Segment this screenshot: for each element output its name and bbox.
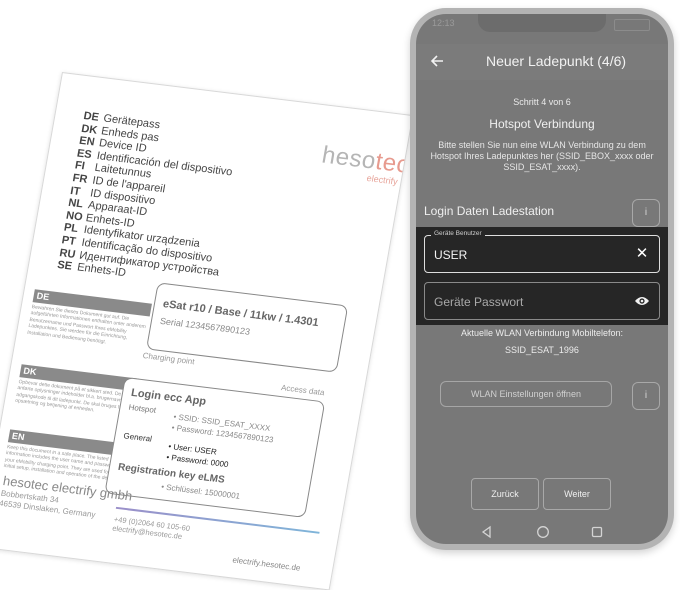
camera-notch [478, 14, 606, 32]
square-icon[interactable] [591, 526, 603, 538]
battery-icon [614, 19, 650, 31]
general-label: General [122, 431, 153, 444]
access-data-box: Login ecc App Hotspot • SSID: SSID_ESAT_… [104, 376, 326, 518]
company-website: electrify.hesotec.de [231, 555, 302, 573]
general-password-text: • Password: 0000 [165, 452, 230, 470]
user-field[interactable]: Geräte Benutzer USER ✕ [424, 230, 660, 273]
access-data-label: Access data [280, 383, 326, 398]
page-title: Neuer Ladepunkt (4/6) [485, 53, 627, 69]
credentials-panel: Geräte Benutzer USER ✕ Geräte Passwort [416, 227, 668, 325]
password-field[interactable]: Geräte Passwort [424, 282, 660, 320]
device-id-document: hesotec electrify DE Gerätepass DK Enheds … [0, 72, 414, 590]
hotspot-label: Hotspot [127, 402, 157, 415]
status-bar: 12:13 [416, 14, 668, 36]
close-icon[interactable]: ✕ [633, 245, 651, 263]
login-info-button[interactable]: i [632, 199, 660, 227]
step-indicator: Schritt 4 von 6 [513, 97, 571, 107]
app-header: Neuer Ladepunkt (4/6) [416, 44, 668, 80]
open-wlan-settings-button[interactable]: WLAN Einstellungen öffnen [440, 381, 612, 407]
system-nav-bar [416, 522, 668, 544]
phone-screen: 12:13 Neuer Ladepunkt (4/6) Schritt 4 vo… [416, 14, 668, 544]
hesotec-logo: hesotec [319, 141, 412, 179]
section-de: DE Bewahren Sie dieses Dokument gut auf.… [24, 289, 152, 364]
smartphone: 12:13 Neuer Ladepunkt (4/6) Schritt 4 vo… [410, 8, 674, 550]
eye-icon[interactable] [634, 295, 650, 307]
user-field-value: USER [434, 248, 468, 262]
login-section-title: Login Daten Ladestation [424, 204, 555, 218]
password-placeholder: Geräte Passwort [434, 295, 524, 309]
circle-icon[interactable] [536, 525, 550, 539]
weiter-button[interactable]: Weiter [543, 478, 611, 510]
hotspot-heading: Hotspot Verbindung [489, 117, 595, 131]
language-code: SE [56, 259, 73, 273]
status-time: 12:13 [432, 18, 455, 28]
current-wlan-ssid: SSID_ESAT_1996 [505, 345, 579, 355]
current-wlan-label: Aktuelle WLAN Verbindung Mobiltelefon: [460, 328, 624, 338]
registration-key-text: • Schlüssel: 15000001 [160, 482, 241, 501]
zurueck-button[interactable]: Zurück [471, 478, 539, 510]
wlan-info-button[interactable]: i [632, 382, 660, 410]
instruction-text: Bitte stellen Sie nun eine WLAN Verbindu… [430, 140, 654, 172]
user-field-label: Geräte Benutzer [431, 230, 485, 237]
triangle-left-icon[interactable] [480, 525, 494, 539]
language-list: DE Gerätepass DK Enheds pas EN Device ID ES… [56, 110, 244, 291]
